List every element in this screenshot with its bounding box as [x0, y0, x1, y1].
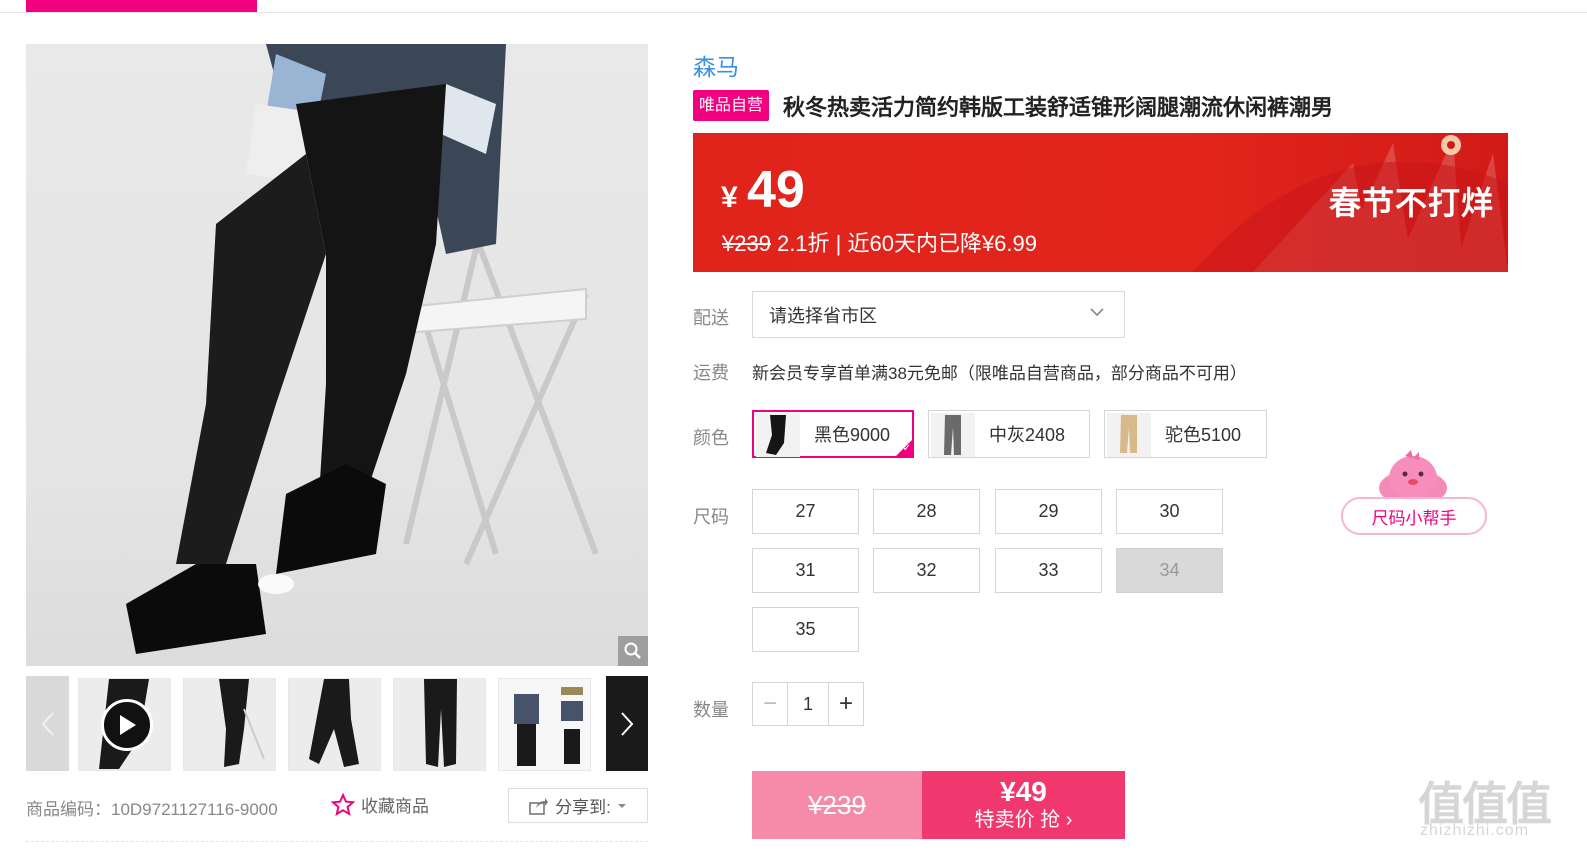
size-option-34-unavailable: 34: [1116, 548, 1223, 593]
thumbnail-next-button[interactable]: [606, 676, 648, 771]
color-swatch-gray: [931, 412, 975, 457]
buy-sale-block[interactable]: ¥49 特卖价 抢 ›: [922, 771, 1125, 839]
thumbnail-strip: [26, 676, 648, 771]
buy-original-price: ¥239: [752, 771, 922, 839]
title-row: 唯品自营 秋冬热卖活力简约韩版工装舒适锥形阔腿潮流休闲裤潮男: [693, 89, 1333, 122]
play-icon: [120, 715, 136, 735]
color-swatch-black: [756, 412, 800, 457]
size-helper-button[interactable]: 尺码小帮手: [1341, 497, 1487, 535]
favorite-button[interactable]: 收藏商品: [331, 792, 429, 817]
watermark-domain: zhizhizhi.com: [1420, 822, 1530, 839]
thumbnail-video[interactable]: [78, 678, 171, 771]
buy-sale-price: ¥49: [1000, 776, 1047, 807]
delivery-label: 配送: [693, 308, 729, 328]
color-swatch-camel: [1107, 412, 1151, 457]
chevron-right-icon: [621, 711, 634, 736]
divider: [26, 841, 648, 842]
size-option-32[interactable]: 32: [873, 548, 980, 593]
size-option-27[interactable]: 27: [752, 489, 859, 534]
thumb-image: [289, 679, 380, 770]
buy-action-label: 特卖价 抢 ›: [974, 809, 1073, 831]
color-option-label: 黑色9000: [814, 425, 891, 445]
size-label: 尺码: [693, 507, 729, 527]
magnifier-icon: [624, 642, 641, 659]
size-option-31[interactable]: 31: [752, 548, 859, 593]
color-option-label: 驼色5100: [1165, 425, 1242, 445]
quantity-input[interactable]: 1: [787, 683, 829, 725]
color-option-black[interactable]: 黑色9000 ✓: [752, 410, 914, 458]
product-meta-row: 商品编码：10D9721127116-9000 收藏商品 分享到:: [26, 788, 648, 824]
quantity-stepper: − 1 +: [752, 682, 864, 726]
thumb-image: [394, 679, 485, 770]
shipping-info: 新会员专享首单满38元免邮（限唯品自营商品，部分商品不可用）: [752, 364, 1247, 383]
top-nav-bar: [0, 0, 1587, 13]
thumbnail-4[interactable]: [393, 678, 486, 771]
zoom-button[interactable]: [618, 636, 648, 666]
play-video-button[interactable]: [101, 699, 153, 751]
main-product-image[interactable]: [26, 44, 648, 666]
mascot-icon: [1379, 450, 1447, 502]
size-option-29[interactable]: 29: [995, 489, 1102, 534]
thumbnail-5[interactable]: [498, 678, 591, 771]
current-price: 49: [747, 161, 805, 219]
size-option-33[interactable]: 33: [995, 548, 1102, 593]
favorite-label: 收藏商品: [361, 797, 429, 816]
self-operated-badge: 唯品自营: [693, 90, 770, 121]
size-option-28[interactable]: 28: [873, 489, 980, 534]
price-currency: ¥: [721, 181, 738, 214]
discount-info: 2.1折 | 近60天内已降¥6.99: [776, 231, 1038, 256]
share-dropdown[interactable]: 分享到:: [508, 788, 648, 823]
product-code: 商品编码：10D9721127116-9000: [26, 800, 278, 819]
color-label: 颜色: [693, 428, 729, 448]
promo-slogan: 春节不打烊: [1329, 185, 1495, 221]
active-nav-indicator: [26, 0, 257, 12]
chevron-down-icon: [1090, 308, 1104, 317]
color-option-camel[interactable]: 驼色5100: [1104, 410, 1267, 458]
product-photo: [126, 44, 599, 654]
shipping-label: 运费: [693, 363, 729, 383]
original-price: ¥239: [722, 231, 771, 256]
thumbnail-prev-button[interactable]: [26, 676, 69, 771]
region-select[interactable]: 请选择省市区: [752, 291, 1125, 338]
caret-down-icon: [617, 803, 626, 808]
thumbnail-2[interactable]: [183, 678, 276, 771]
thumb-image: [499, 679, 590, 770]
price-banner: ¥ 49 ¥239 2.1折 | 近60天内已降¥6.99 春节不打烊: [693, 133, 1508, 272]
region-select-value: 请选择省市区: [769, 305, 877, 326]
buy-now-button[interactable]: ¥239 ¥49 特卖价 抢 ›: [752, 771, 1125, 839]
thumbnail-3[interactable]: [288, 678, 381, 771]
color-option-gray[interactable]: 中灰2408: [928, 410, 1090, 458]
size-option-30[interactable]: 30: [1116, 489, 1223, 534]
brand-link[interactable]: 森马: [693, 48, 739, 82]
chevron-left-icon: [41, 711, 54, 736]
size-helper[interactable]: 尺码小帮手: [1341, 450, 1487, 535]
star-icon: [331, 792, 355, 816]
check-icon: ✓: [902, 443, 911, 454]
color-option-label: 中灰2408: [989, 425, 1066, 445]
quantity-increase-button[interactable]: +: [829, 683, 863, 725]
share-label: 分享到:: [555, 798, 611, 817]
site-watermark: 值值值 zhizhizhi.com: [1418, 768, 1563, 846]
product-title: 秋冬热卖活力简约韩版工装舒适锥形阔腿潮流休闲裤潮男: [783, 94, 1334, 120]
size-option-35[interactable]: 35: [752, 607, 859, 652]
share-icon: [529, 797, 549, 815]
price-subline: ¥239 2.1折 | 近60天内已降¥6.99: [722, 226, 1037, 258]
quantity-label: 数量: [693, 700, 729, 720]
quantity-decrease-button[interactable]: −: [753, 683, 787, 725]
thumb-image: [184, 679, 275, 770]
